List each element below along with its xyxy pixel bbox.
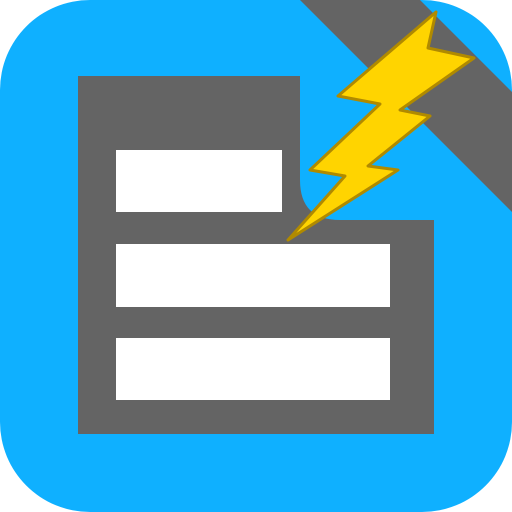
app-icon-graphic xyxy=(0,0,512,512)
form-field-1 xyxy=(116,150,282,212)
app-icon[interactable] xyxy=(0,0,512,512)
form-field-2 xyxy=(116,244,390,307)
form-field-3 xyxy=(116,338,390,400)
